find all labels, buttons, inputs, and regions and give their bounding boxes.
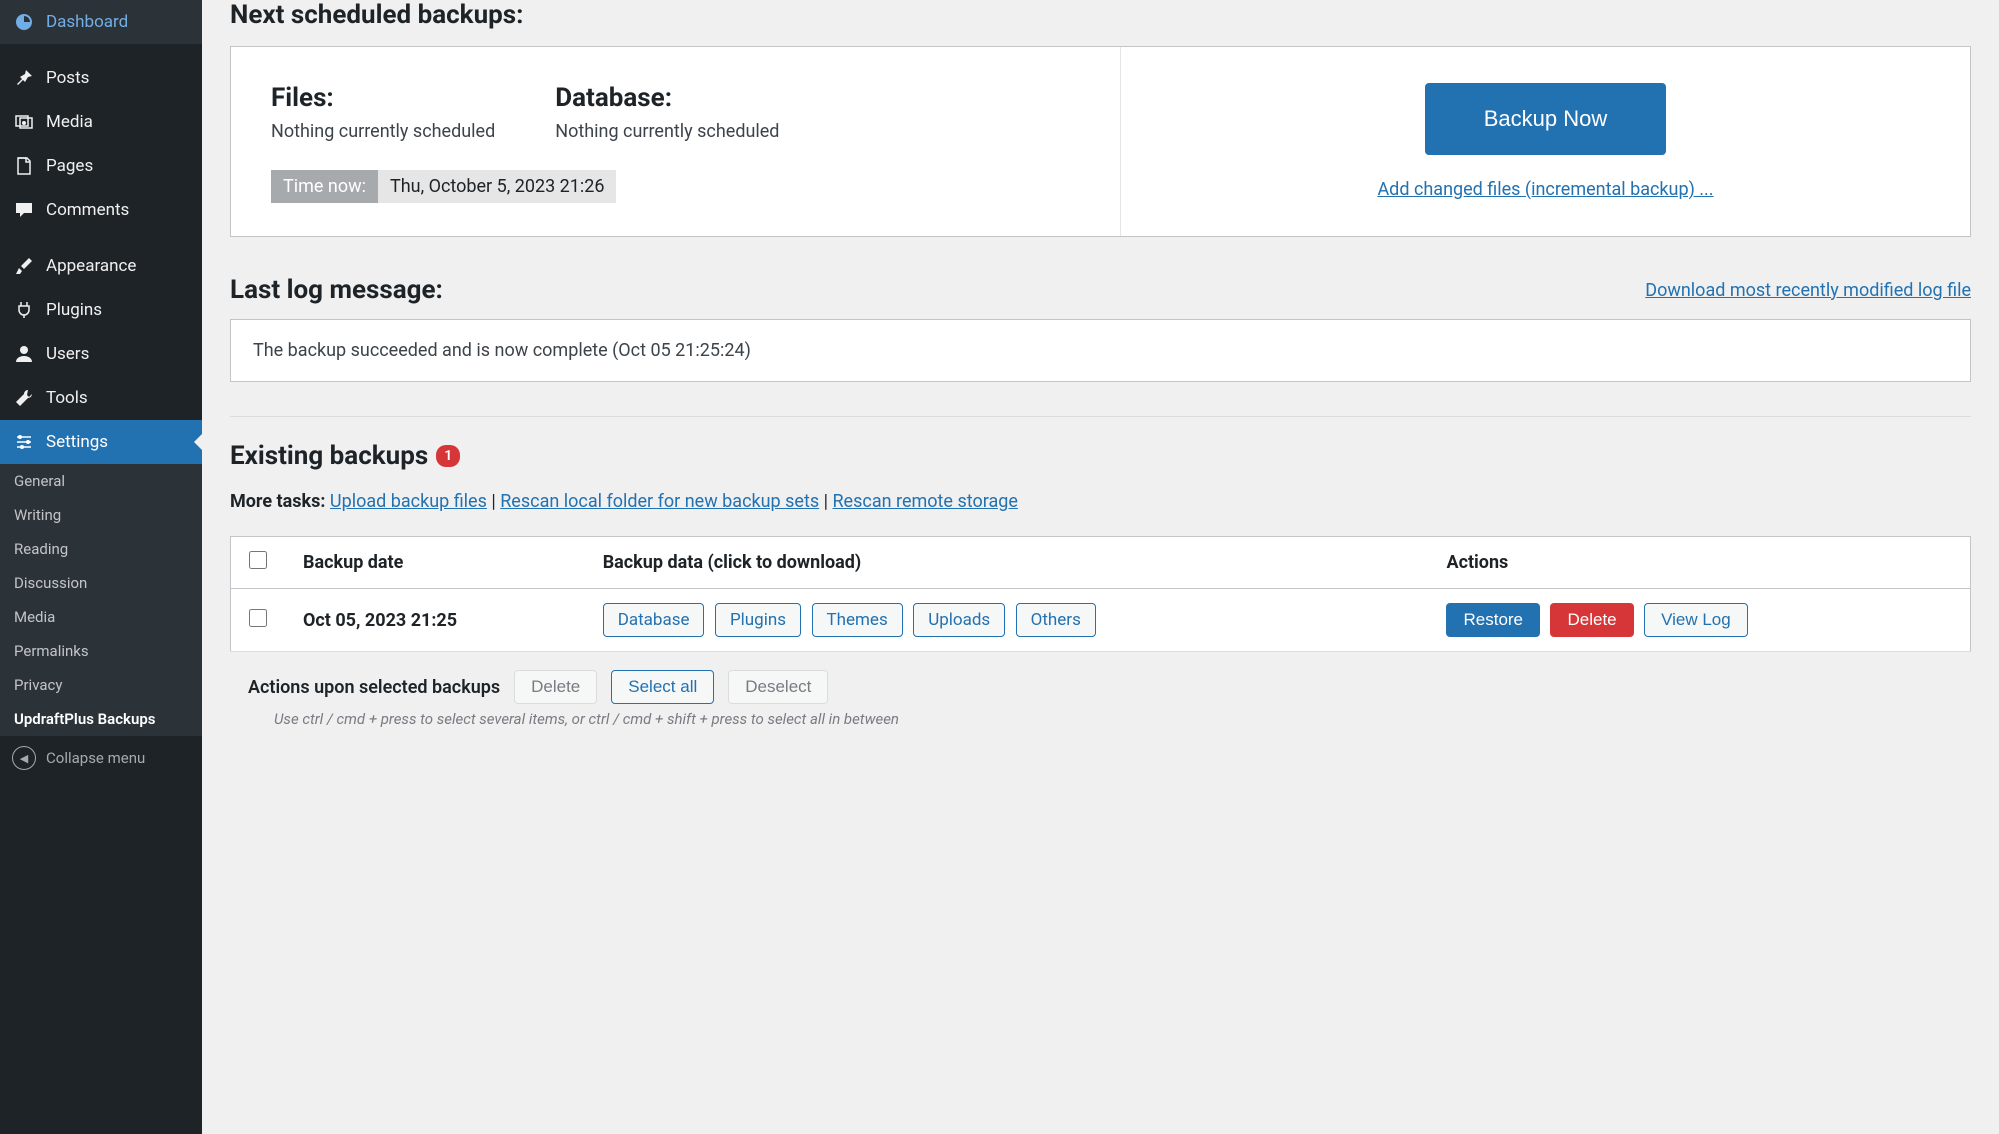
download-themes-button[interactable]: Themes bbox=[812, 603, 903, 637]
download-plugins-button[interactable]: Plugins bbox=[715, 603, 801, 637]
sidebar-label: Tools bbox=[46, 388, 88, 408]
rescan-local-link[interactable]: Rescan local folder for new backup sets bbox=[500, 491, 819, 512]
more-tasks-row: More tasks: Upload backup files | Rescan… bbox=[230, 491, 1971, 512]
sidebar-item-plugins[interactable]: Plugins bbox=[0, 288, 202, 332]
collapse-label: Collapse menu bbox=[46, 749, 145, 767]
sidebar-submenu: General Writing Reading Discussion Media… bbox=[0, 464, 202, 736]
upload-backup-files-link[interactable]: Upload backup files bbox=[330, 491, 487, 512]
download-log-link[interactable]: Download most recently modified log file bbox=[1645, 280, 1971, 301]
sub-item-media[interactable]: Media bbox=[0, 600, 202, 634]
time-now-label: Time now: bbox=[271, 170, 378, 203]
sidebar-label: Appearance bbox=[46, 256, 136, 276]
log-message: The backup succeeded and is now complete… bbox=[230, 319, 1971, 382]
existing-backups-heading: Existing backups 1 bbox=[230, 441, 1971, 471]
user-icon bbox=[12, 342, 36, 366]
th-backup-data: Backup data (click to download) bbox=[585, 537, 1429, 589]
pin-icon bbox=[12, 66, 36, 90]
backups-table: Backup date Backup data (click to downlo… bbox=[230, 536, 1971, 652]
sidebar-item-appearance[interactable]: Appearance bbox=[0, 244, 202, 288]
backup-date: Oct 05, 2023 21:25 bbox=[285, 589, 585, 652]
existing-title-text: Existing backups bbox=[230, 441, 428, 471]
collapse-menu-button[interactable]: ◀ Collapse menu bbox=[0, 736, 202, 780]
more-tasks-label: More tasks: bbox=[230, 491, 325, 512]
comment-icon bbox=[12, 198, 36, 222]
sub-item-writing[interactable]: Writing bbox=[0, 498, 202, 532]
sidebar-item-users[interactable]: Users bbox=[0, 332, 202, 376]
sidebar-label: Comments bbox=[46, 200, 129, 220]
brush-icon bbox=[12, 254, 36, 278]
files-value: Nothing currently scheduled bbox=[271, 121, 495, 142]
main-content: Next scheduled backups: Files: Nothing c… bbox=[202, 0, 1999, 1134]
bulk-delete-button[interactable]: Delete bbox=[514, 670, 597, 704]
files-label: Files: bbox=[271, 83, 495, 113]
time-now-value: Thu, October 5, 2023 21:26 bbox=[378, 170, 616, 203]
sidebar-item-media[interactable]: Media bbox=[0, 100, 202, 144]
sidebar-item-comments[interactable]: Comments bbox=[0, 188, 202, 232]
sliders-icon bbox=[12, 430, 36, 454]
sub-item-updraftplus[interactable]: UpdraftPlus Backups bbox=[0, 702, 202, 736]
sidebar-label: Plugins bbox=[46, 300, 102, 320]
bulk-actions-row: Actions upon selected backups Delete Sel… bbox=[230, 670, 1971, 704]
bulk-deselect-button[interactable]: Deselect bbox=[728, 670, 828, 704]
media-icon bbox=[12, 110, 36, 134]
dashboard-icon bbox=[12, 10, 36, 34]
sidebar-item-pages[interactable]: Pages bbox=[0, 144, 202, 188]
scheduled-card: Files: Nothing currently scheduled Datab… bbox=[230, 46, 1971, 237]
sub-item-discussion[interactable]: Discussion bbox=[0, 566, 202, 600]
database-label: Database: bbox=[555, 83, 779, 113]
sidebar-label: Posts bbox=[46, 68, 89, 88]
view-log-button[interactable]: View Log bbox=[1644, 603, 1748, 637]
section-divider bbox=[230, 416, 1971, 417]
bulk-actions-label: Actions upon selected backups bbox=[248, 677, 500, 698]
delete-button[interactable]: Delete bbox=[1550, 603, 1633, 637]
rescan-remote-link[interactable]: Rescan remote storage bbox=[832, 491, 1017, 512]
th-backup-date: Backup date bbox=[285, 537, 585, 589]
sidebar-item-posts[interactable]: Posts bbox=[0, 56, 202, 100]
download-others-button[interactable]: Others bbox=[1016, 603, 1096, 637]
plug-icon bbox=[12, 298, 36, 322]
download-database-button[interactable]: Database bbox=[603, 603, 705, 637]
sidebar-item-dashboard[interactable]: Dashboard bbox=[0, 0, 202, 44]
row-checkbox[interactable] bbox=[249, 609, 267, 627]
sub-item-general[interactable]: General bbox=[0, 464, 202, 498]
restore-button[interactable]: Restore bbox=[1446, 603, 1540, 637]
select-all-checkbox[interactable] bbox=[249, 551, 267, 569]
sidebar-label: Settings bbox=[46, 432, 108, 452]
bulk-hint: Use ctrl / cmd + press to select several… bbox=[230, 710, 1971, 728]
sidebar-label: Users bbox=[46, 344, 89, 364]
page-icon bbox=[12, 154, 36, 178]
incremental-backup-link[interactable]: Add changed files (incremental backup) .… bbox=[1377, 179, 1713, 200]
admin-sidebar: Dashboard Posts Media Pages Comments App… bbox=[0, 0, 202, 1134]
sidebar-label: Pages bbox=[46, 156, 93, 176]
database-value: Nothing currently scheduled bbox=[555, 121, 779, 142]
log-title: Last log message: bbox=[230, 275, 443, 305]
bulk-select-all-button[interactable]: Select all bbox=[611, 670, 714, 704]
th-actions: Actions bbox=[1428, 537, 1970, 589]
wrench-icon bbox=[12, 386, 36, 410]
sidebar-label: Dashboard bbox=[46, 12, 128, 32]
sidebar-item-settings[interactable]: Settings bbox=[0, 420, 202, 464]
backup-row: Oct 05, 2023 21:25 Database Plugins Them… bbox=[231, 589, 1971, 652]
backup-now-button[interactable]: Backup Now bbox=[1425, 83, 1667, 155]
sub-item-reading[interactable]: Reading bbox=[0, 532, 202, 566]
sidebar-item-tools[interactable]: Tools bbox=[0, 376, 202, 420]
sub-item-permalinks[interactable]: Permalinks bbox=[0, 634, 202, 668]
sidebar-label: Media bbox=[46, 112, 93, 132]
download-uploads-button[interactable]: Uploads bbox=[913, 603, 1005, 637]
collapse-icon: ◀ bbox=[12, 746, 36, 770]
backup-count-badge: 1 bbox=[436, 445, 460, 467]
scheduled-title: Next scheduled backups: bbox=[230, 0, 1971, 30]
sub-item-privacy[interactable]: Privacy bbox=[0, 668, 202, 702]
